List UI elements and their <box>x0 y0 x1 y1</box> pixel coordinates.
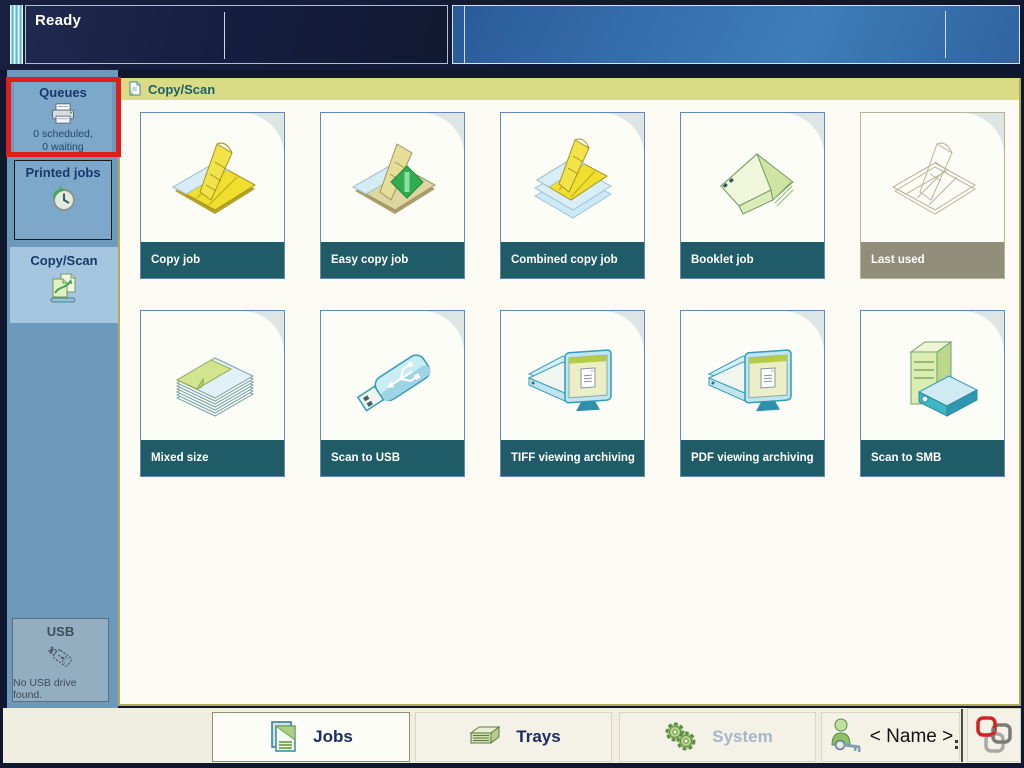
tile-icon-area <box>501 311 644 440</box>
screen-frame-left <box>0 708 3 768</box>
scanner-monitor-icon <box>521 326 625 426</box>
media-status-panel <box>452 5 1020 64</box>
server-binder-icon <box>881 326 985 426</box>
tab-trays[interactable]: Trays <box>415 712 612 762</box>
usb-status-text: No USB drive found. <box>13 677 108 701</box>
tile-label: Last used <box>861 242 1004 278</box>
tile-mixed-size[interactable]: Mixed size <box>140 310 285 477</box>
person-key-icon <box>828 718 862 756</box>
printed-jobs-label: Printed jobs <box>25 165 100 180</box>
mixed-size-stack-icon <box>161 326 265 426</box>
tile-easy-copy-job[interactable]: Easy copy job <box>320 112 465 279</box>
combined-copy-icon <box>521 128 625 228</box>
tile-pdf-viewing-archiving[interactable]: PDF viewing archiving <box>680 310 825 477</box>
copy-scan-header: Copy/Scan <box>120 78 1019 100</box>
queues-scheduled-count: 0 scheduled, <box>33 128 93 141</box>
tile-scan-to-smb[interactable]: Scan to SMB <box>860 310 1005 477</box>
tile-scan-to-usb[interactable]: Scan to USB <box>320 310 465 477</box>
tab-trays-label: Trays <box>516 727 560 747</box>
usb-label: USB <box>47 624 74 639</box>
usb-outline-icon <box>41 642 81 673</box>
tile-icon-area <box>321 311 464 440</box>
page-title: Copy/Scan <box>148 82 215 97</box>
status-panel-divider <box>224 12 225 59</box>
divider-grip-dots <box>955 740 959 752</box>
gears-icon <box>662 721 698 753</box>
printer-icon <box>48 103 78 126</box>
tile-label: PDF viewing archiving <box>681 440 824 476</box>
tile-label: Scan to USB <box>321 440 464 476</box>
login-name-label: < Name > <box>870 726 953 748</box>
queues-label: Queues <box>39 85 87 100</box>
media-panel-divider-right <box>945 11 946 58</box>
tile-label: Booklet job <box>681 242 824 278</box>
tile-combined-copy-job[interactable]: Combined copy job <box>500 112 645 279</box>
scan-doc-icon <box>127 81 142 97</box>
tab-jobs-label: Jobs <box>313 727 353 747</box>
tile-icon-area <box>321 113 464 242</box>
tile-tiff-viewing-archiving[interactable]: TIFF viewing archiving <box>500 310 645 477</box>
sidebar-item-queues[interactable]: Queues 0 scheduled, 0 waiting <box>14 82 112 154</box>
history-icon <box>48 183 78 215</box>
tile-copy-job[interactable]: Copy job <box>140 112 285 279</box>
status-ready-label: Ready <box>35 12 81 29</box>
overlap-squares-icon <box>973 714 1015 756</box>
usb-stick-icon <box>341 326 445 426</box>
tab-jobs[interactable]: Jobs <box>212 712 410 762</box>
sidebar-item-printed-jobs[interactable]: Printed jobs <box>14 160 112 240</box>
sidebar-item-copy-scan[interactable]: Copy/Scan <box>10 247 118 323</box>
booklet-icon <box>701 128 805 228</box>
last-used-outline-icon <box>881 128 985 228</box>
tile-icon-area <box>681 311 824 440</box>
tile-icon-area <box>681 113 824 242</box>
scanner-monitor-icon <box>701 326 805 426</box>
bottom-bar-divider <box>961 709 963 762</box>
tile-last-used[interactable]: Last used <box>860 112 1005 279</box>
tile-icon-area <box>141 113 284 242</box>
queues-waiting-count: 0 waiting <box>42 141 83 154</box>
copy-scan-label: Copy/Scan <box>30 253 97 268</box>
printer-status-panel: Ready <box>25 5 448 64</box>
media-panel-divider-left <box>464 6 465 63</box>
tile-label: Combined copy job <box>501 242 644 278</box>
printer-touchscreen: Ready Queues 0 scheduled, 0 waiting Prin <box>0 0 1024 768</box>
main-content: Copy/Scan Copy job <box>118 78 1021 706</box>
tile-icon-area <box>501 113 644 242</box>
tile-icon-area <box>861 113 1004 242</box>
screen-frame-bottom <box>0 763 1024 768</box>
tile-label: Scan to SMB <box>861 440 1004 476</box>
tile-label: Mixed size <box>141 440 284 476</box>
tab-system[interactable]: System <box>619 712 816 762</box>
tile-label: TIFF viewing archiving <box>501 440 644 476</box>
tile-label: Copy job <box>141 242 284 278</box>
tile-icon-area <box>861 311 1004 440</box>
bottom-tab-bar: Jobs Trays System <box>3 708 1021 763</box>
login-name-button[interactable]: < Name > <box>821 712 960 762</box>
status-bar: Ready <box>0 0 1024 70</box>
tile-booklet-job[interactable]: Booklet job <box>680 112 825 279</box>
sidebar: Queues 0 scheduled, 0 waiting Printed jo… <box>0 70 118 708</box>
sidebar-item-usb[interactable]: USB No USB drive found. <box>12 618 109 702</box>
tile-label: Easy copy job <box>321 242 464 278</box>
jobs-doc-icon <box>269 720 299 754</box>
tray-icon <box>466 724 502 750</box>
brand-stripes <box>10 5 23 64</box>
tab-system-label: System <box>712 727 772 747</box>
copy-sheet-icon <box>161 128 265 228</box>
switch-workspace-button[interactable] <box>967 708 1021 762</box>
easy-copy-icon <box>341 128 445 228</box>
copy-scan-pages-icon <box>47 271 81 305</box>
tile-icon-area <box>141 311 284 440</box>
